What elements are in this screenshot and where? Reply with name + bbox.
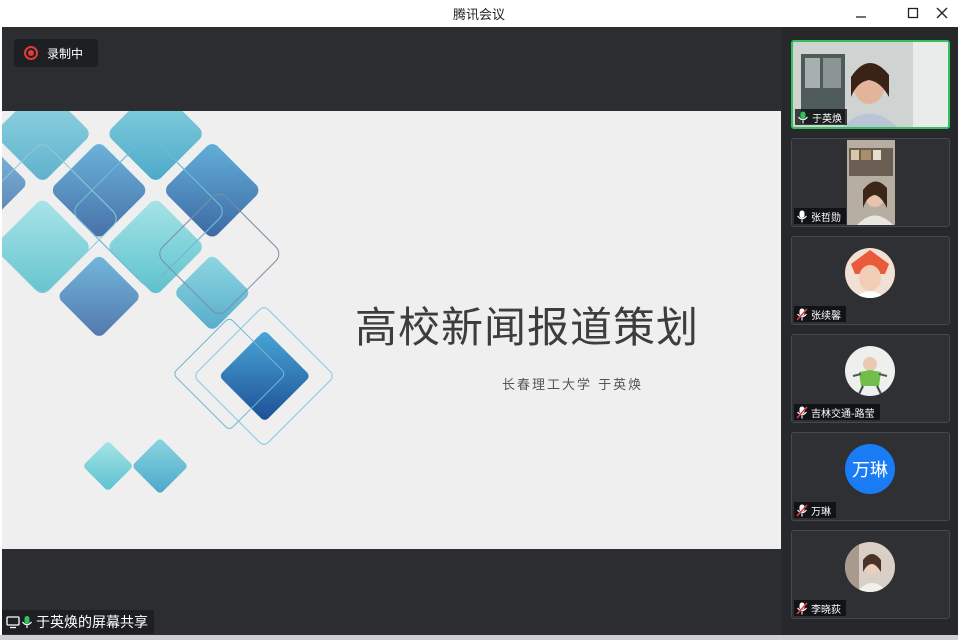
slide-subtitle: 长春理工大学 于英焕 — [502, 378, 644, 393]
minimize-icon — [856, 16, 866, 18]
record-icon — [24, 46, 38, 60]
participant-tile[interactable]: 张续馨 — [791, 236, 950, 325]
participant-tile[interactable]: 李晓荻 — [791, 530, 950, 619]
recording-indicator[interactable]: 录制中 — [14, 39, 98, 67]
slide-title: 高校新闻报道策划 — [355, 303, 700, 352]
close-button[interactable] — [930, 2, 954, 24]
mic-muted-icon — [796, 503, 808, 517]
participant-name: 张哲勋 — [811, 212, 841, 224]
camera-video — [847, 140, 895, 225]
mic-muted-icon — [796, 405, 808, 419]
participant-avatar-text: 万琳 — [845, 444, 895, 494]
mic-on-icon — [798, 111, 808, 123]
window-title: 腾讯会议 — [452, 8, 505, 23]
participant-tile[interactable]: 万琳 万琳 — [791, 432, 950, 521]
participant-name-tag: 于英焕 — [795, 109, 847, 125]
participant-tile[interactable]: 张哲勋 — [791, 138, 950, 227]
close-icon — [936, 7, 948, 19]
participant-name: 吉林交通-路莹 — [811, 408, 875, 420]
participant-tile[interactable]: 吉林交通-路莹 — [791, 334, 950, 423]
participant-name: 于英焕 — [812, 113, 842, 125]
participant-name: 万琳 — [811, 506, 831, 518]
participant-name: 张续馨 — [811, 310, 841, 322]
presentation-slide: 高校新闻报道策划 长春理工大学 于英焕 — [2, 111, 781, 549]
mic-muted-icon — [796, 307, 808, 321]
participant-name-tag: 张续馨 — [794, 306, 846, 322]
mic-on-icon — [797, 210, 807, 222]
participant-tile[interactable]: 于英焕 — [791, 40, 950, 129]
maximize-button[interactable] — [901, 2, 925, 24]
title-bar: 腾讯会议 — [0, 0, 958, 27]
participant-name: 李晓荻 — [811, 604, 841, 616]
participant-name-tag: 吉林交通-路莹 — [794, 404, 880, 420]
participant-name-tag: 万琳 — [794, 502, 836, 518]
recording-label: 录制中 — [47, 46, 84, 61]
participant-avatar — [845, 248, 895, 298]
taskbar-strip — [0, 635, 958, 640]
minimize-button[interactable] — [849, 2, 873, 24]
screen-share-text: 于英焕的屏幕共享 — [36, 615, 148, 631]
participant-name-tag: 李晓荻 — [794, 600, 846, 616]
participant-name-tag: 张哲勋 — [794, 208, 846, 224]
screen-share-label[interactable]: 于英焕的屏幕共享 — [2, 610, 154, 634]
mic-muted-icon — [796, 601, 808, 615]
participant-avatar — [845, 346, 895, 396]
mic-on-icon — [22, 616, 32, 628]
participant-avatar — [845, 542, 895, 592]
screen-share-icon — [6, 616, 20, 629]
geometric-decoration — [2, 111, 333, 493]
maximize-icon — [907, 7, 919, 19]
